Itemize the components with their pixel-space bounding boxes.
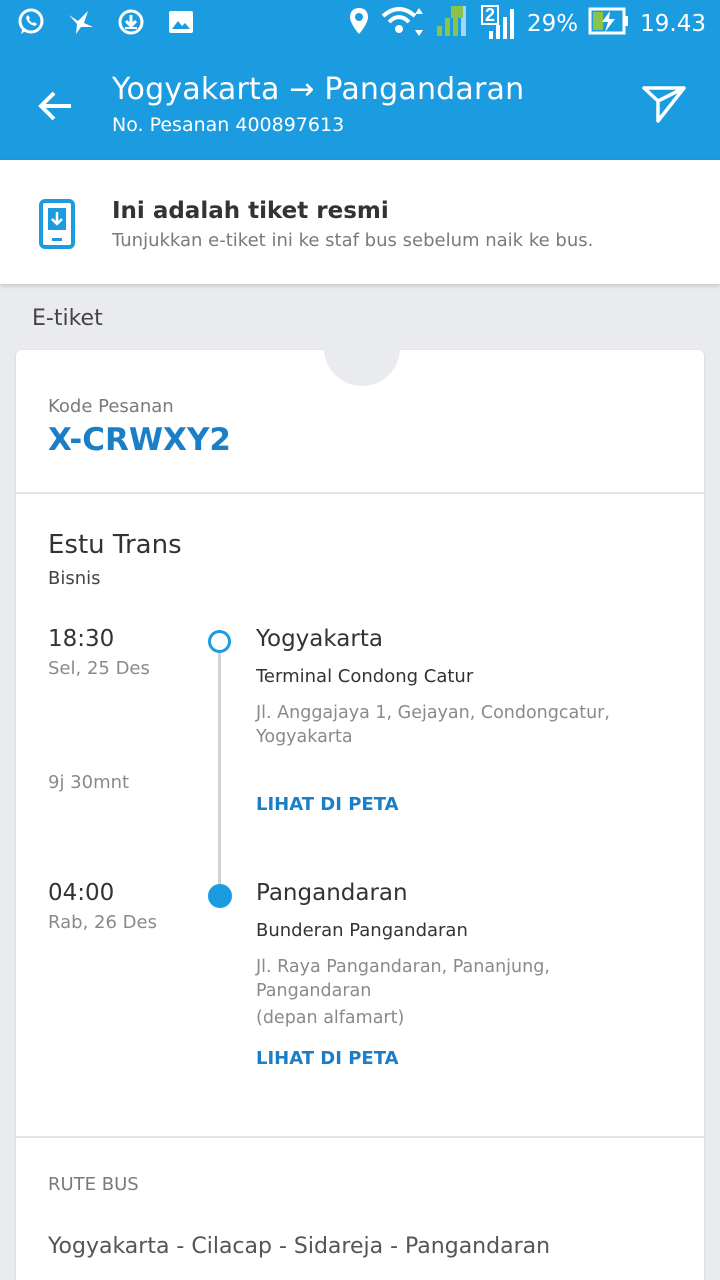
arrival-address-line2: Pangandaran — [256, 981, 372, 1001]
page-title: Yogyakarta → Pangandaran — [112, 72, 525, 107]
e-ticket-card: Kode Pesanan X-CRWXY2 Estu Trans Bisnis … — [16, 310, 704, 1280]
ticket-notch — [324, 310, 400, 386]
order-number: No. Pesanan 400897613 — [112, 114, 345, 136]
arrival-date: Rab, 26 Des — [48, 912, 157, 933]
booking-code: X-CRWXY2 — [48, 422, 231, 458]
arrival-terminal: Bunderan Pangandaran — [256, 920, 468, 941]
send-icon — [642, 86, 686, 123]
departure-map-link[interactable]: LIHAT DI PETA — [256, 794, 399, 815]
status-bar: 2 29% 19.43 — [0, 0, 720, 48]
banner-description: Tunjukkan e-tiket ini ke staf bus sebelu… — [112, 230, 594, 251]
booking-code-label: Kode Pesanan — [48, 396, 174, 417]
arrival-address-line1: Jl. Raya Pangandaran, Pananjung, — [256, 957, 550, 977]
battery-percent: 29% — [527, 11, 579, 37]
battery-charging-icon — [588, 6, 630, 43]
send-button[interactable] — [634, 76, 694, 132]
notification-icons — [16, 6, 196, 38]
departure-time: 18:30 — [48, 626, 115, 652]
departure-city: Yogyakarta — [256, 626, 383, 652]
wifi-icon — [381, 4, 425, 45]
official-ticket-banner: Ini adalah tiket resmi Tunjukkan e-tiket… — [0, 160, 720, 284]
arrival-address-note: (depan alfamart) — [256, 1008, 405, 1028]
departure-date: Sel, 25 Des — [48, 658, 150, 679]
timeline-line — [218, 652, 221, 892]
bus-operator: Estu Trans — [48, 530, 182, 560]
section-label: E-tiket — [32, 306, 103, 331]
arrival-map-link[interactable]: LIHAT DI PETA — [256, 1048, 399, 1069]
bus-route: Yogyakarta - Cilacap - Sidareja - Pangan… — [48, 1234, 551, 1259]
divider — [16, 1136, 704, 1138]
clock: 19.43 — [640, 11, 706, 37]
banner-title: Ini adalah tiket resmi — [112, 198, 389, 224]
arrival-dot — [208, 884, 232, 908]
mobile-ticket-icon — [38, 198, 76, 250]
arrival-time: 04:00 — [48, 880, 115, 906]
bird-icon — [66, 6, 96, 38]
bus-class: Bisnis — [48, 568, 101, 589]
divider — [16, 492, 704, 494]
image-icon — [166, 6, 196, 38]
trip-duration: 9j 30mnt — [48, 772, 130, 793]
signal-icon — [435, 4, 471, 45]
whatsapp-icon — [16, 6, 46, 38]
arrow-left-icon — [38, 91, 71, 121]
system-status: 2 29% 19.43 — [347, 4, 706, 44]
departure-dot — [208, 630, 231, 653]
departure-address-line2: Yogyakarta — [256, 727, 353, 747]
app-bar: Yogyakarta → Pangandaran No. Pesanan 400… — [0, 48, 720, 160]
route-label: RUTE BUS — [48, 1174, 139, 1195]
sim2-signal-icon: 2 — [481, 5, 517, 41]
location-icon — [347, 6, 371, 43]
departure-address-line1: Jl. Anggajaya 1, Gejayan, Condongcatur, — [256, 703, 610, 723]
arrival-city: Pangandaran — [256, 880, 408, 906]
back-button[interactable] — [28, 78, 84, 134]
download-icon — [116, 6, 146, 38]
departure-terminal: Terminal Condong Catur — [256, 666, 474, 687]
